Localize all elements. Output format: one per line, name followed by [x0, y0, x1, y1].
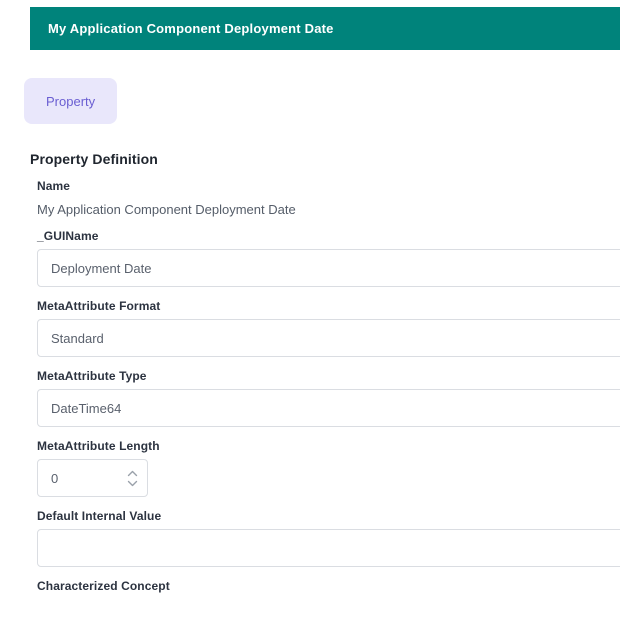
section-title: Property Definition [30, 151, 620, 167]
property-page: My Application Component Deployment Date… [0, 7, 620, 593]
default-internal-value-input[interactable] [37, 529, 620, 567]
property-definition-section: Property Definition Name My Application … [0, 151, 620, 593]
default-internal-value-label: Default Internal Value [37, 509, 620, 523]
guiname-input[interactable] [37, 249, 620, 287]
chevron-up-icon[interactable] [127, 469, 138, 477]
metaattribute-length-label: MetaAttribute Length [37, 439, 620, 453]
metaattribute-length-stepper [37, 459, 148, 497]
app-header: My Application Component Deployment Date [30, 7, 620, 50]
guiname-label: _GUIName [37, 229, 620, 243]
field-name: Name My Application Component Deployment… [37, 179, 620, 217]
metaattribute-type-label: MetaAttribute Type [37, 369, 620, 383]
metaattribute-type-input[interactable] [37, 389, 620, 427]
field-default-internal-value: Default Internal Value [37, 509, 620, 567]
field-guiname: _GUIName [37, 229, 620, 287]
tab-bar: Property [24, 78, 620, 124]
tab-property[interactable]: Property [24, 78, 117, 124]
field-metaattribute-format: MetaAttribute Format [37, 299, 620, 357]
page-title: My Application Component Deployment Date [48, 21, 334, 36]
field-metaattribute-length: MetaAttribute Length [37, 439, 620, 497]
name-label: Name [37, 179, 620, 193]
metaattribute-format-input[interactable] [37, 319, 620, 357]
field-metaattribute-type: MetaAttribute Type [37, 369, 620, 427]
stepper-buttons [127, 460, 138, 496]
characterized-concept-label: Characterized Concept [37, 579, 620, 593]
field-characterized-concept: Characterized Concept [37, 579, 620, 593]
metaattribute-format-label: MetaAttribute Format [37, 299, 620, 313]
metaattribute-length-input[interactable] [38, 471, 108, 486]
chevron-down-icon[interactable] [127, 479, 138, 487]
name-value: My Application Component Deployment Date [37, 202, 620, 217]
